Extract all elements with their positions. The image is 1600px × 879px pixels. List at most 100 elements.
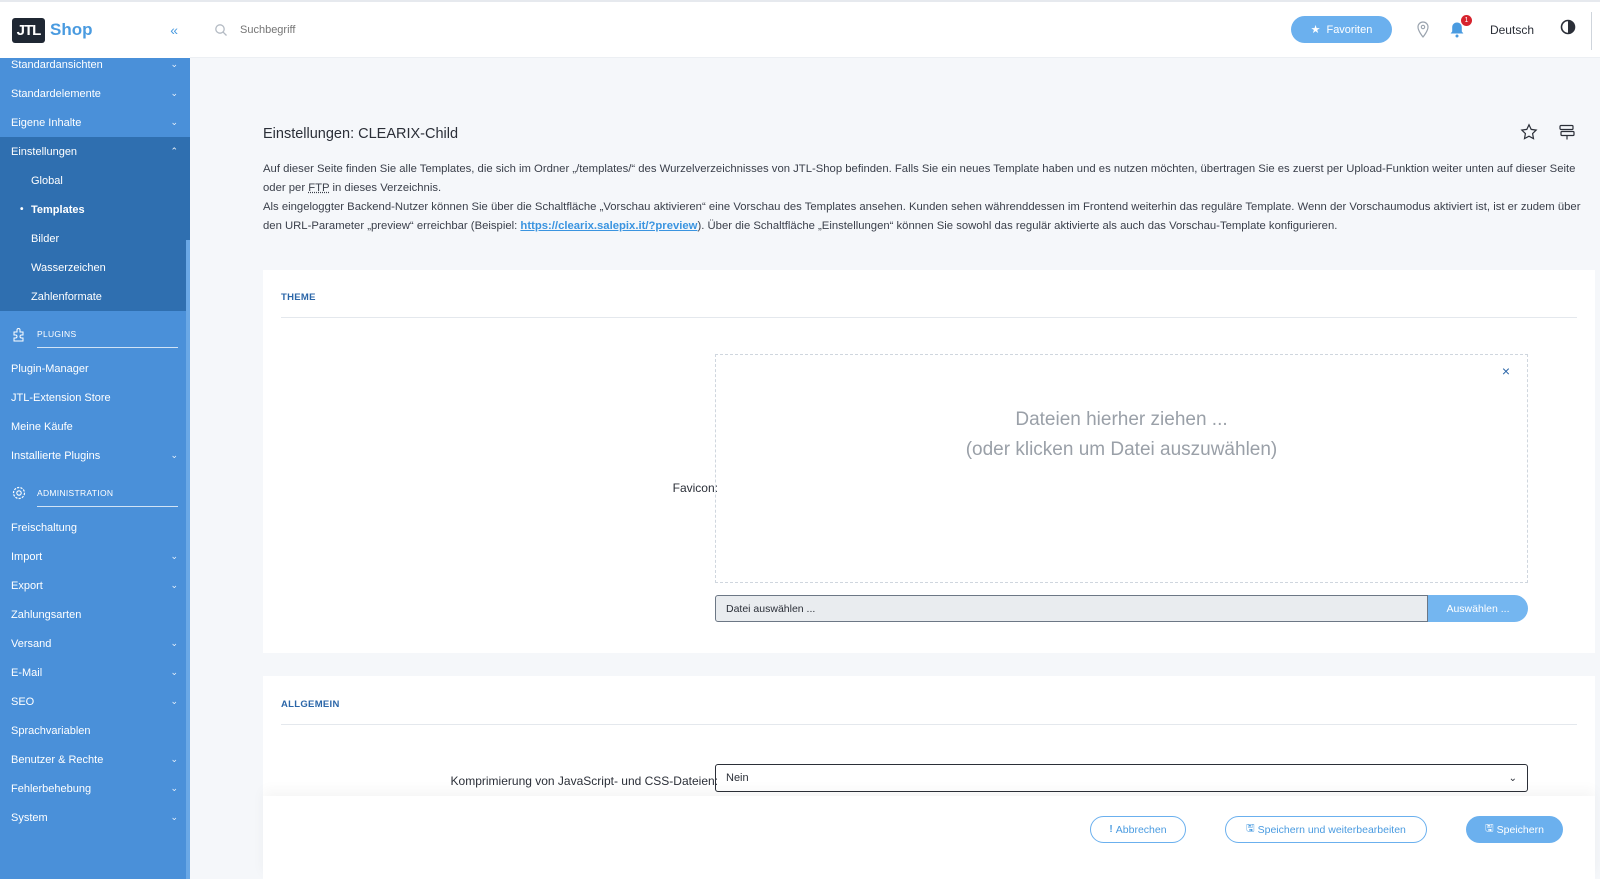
favorites-button[interactable]: ★ Favoriten (1290, 16, 1392, 43)
sidebar-item-label: Standardelemente (11, 87, 101, 100)
sidebar-item-seo[interactable]: SEO ⌄ (0, 687, 190, 716)
cancel-label: Abbrechen (1115, 823, 1167, 836)
sidebar-item-label: Einstellungen (11, 145, 78, 158)
favorite-star-icon[interactable] (1520, 123, 1538, 146)
save-and-continue-button[interactable]: 🖫 Speichern und weiterbearbeiten (1225, 816, 1427, 843)
ftp-abbr: FTP (308, 182, 330, 194)
sidebar-item-label: Plugin-Manager (11, 362, 89, 375)
admin-nav-group: Freischaltung Import ⌄ Export ⌄ Zahlungsarten… (0, 513, 190, 832)
bell-icon[interactable]: 1 (1448, 14, 1472, 39)
plugins-nav-group: Plugin-Manager JTL-Extension Store Meine K… (0, 354, 190, 470)
cancel-button[interactable]: ! Abbrechen (1090, 816, 1186, 843)
sidebar-item-benutzer-rechte[interactable]: Benutzer & Rechte ⌄ (0, 745, 190, 774)
save-continue-label: Speichern und weiterbearbeiten (1257, 823, 1406, 836)
language-selector[interactable]: Deutsch (1490, 23, 1534, 37)
sidebar-item-label: Standardansichten (11, 58, 103, 71)
file-input[interactable]: Datei auswählen ... (715, 595, 1428, 622)
sidebar-item-sprachvariablen[interactable]: Sprachvariablen (0, 716, 190, 745)
close-icon[interactable]: × (1502, 363, 1510, 379)
sidebar-item-freischaltung[interactable]: Freischaltung (0, 513, 190, 542)
exclamation-icon: ! (1109, 824, 1113, 835)
sidebar-item-zahlungsarten[interactable]: Zahlungsarten (0, 600, 190, 629)
collapse-sidebar-icon[interactable]: « (170, 22, 178, 38)
search-icon (214, 23, 228, 37)
sidebar-item-standardelemente[interactable]: Standardelemente ⌄ (0, 79, 190, 108)
general-card-title: ALLGEMEIN (281, 699, 340, 710)
sidebar-item-label: JTL-Extension Store (11, 391, 111, 404)
sidebar-item-eigene-inhalte[interactable]: Eigene Inhalte ⌄ (0, 108, 190, 137)
sidebar-item-wasserzeichen[interactable]: Wasserzeichen (0, 253, 190, 282)
sidebar-item-installierte-plugins[interactable]: Installierte Plugins ⌄ (0, 441, 190, 470)
chevron-down-icon: ⌄ (170, 812, 178, 822)
save-button[interactable]: 🖫 Speichern (1466, 816, 1563, 843)
sidebar-item-versand[interactable]: Versand ⌄ (0, 629, 190, 658)
sidebar-item-label: Zahlungsarten (11, 608, 82, 621)
sidebar-item-import[interactable]: Import ⌄ (0, 542, 190, 571)
theme-card: THEME Favicon: × Dateien hierher ziehen … (263, 270, 1595, 653)
theme-card-title: THEME (281, 292, 316, 303)
compress-label: Komprimierung von JavaScript- und CSS-Da… (450, 774, 718, 788)
search-input[interactable] (240, 23, 540, 36)
save-label: Speichern (1496, 823, 1544, 836)
chevron-down-icon: ⌄ (170, 754, 178, 764)
dropzone-line-1: Dateien hierher ziehen ... (1015, 409, 1228, 430)
chevron-down-icon: ⌄ (1508, 772, 1517, 784)
sidebar-item-zahlenformate[interactable]: Zahlenformate (0, 282, 190, 311)
gear-icon (11, 485, 27, 501)
sidebar-item-global[interactable]: Global (0, 166, 190, 195)
active-bullet: • (20, 204, 24, 215)
chevron-down-icon: ⌄ (170, 551, 178, 561)
sidebar-item-label: Bilder (31, 232, 60, 245)
notification-badge: 1 (1460, 14, 1472, 26)
sidebar-item-standardansichten[interactable]: Standardansichten ⌄ (0, 50, 190, 79)
sidebar-item-label: Templates (31, 203, 85, 216)
chevron-down-icon: ⌄ (170, 638, 178, 648)
jtl-logo[interactable]: JTL (12, 17, 45, 43)
sidebar-item-fehlerbehebung[interactable]: Fehlerbehebung ⌄ (0, 774, 190, 803)
sidebar-item-label: Sprachvariablen (11, 724, 91, 737)
sidebar-item-label: Meine Käufe (11, 420, 73, 433)
sidebar-item-jtl-extension-store[interactable]: JTL-Extension Store (0, 383, 190, 412)
chevron-down-icon: ⌄ (170, 667, 178, 677)
dropzone-text: Dateien hierher ziehen ... (oder klicken… (716, 405, 1527, 465)
sidebar-item-label: Fehlerbehebung (11, 782, 92, 795)
favicon-dropzone[interactable]: × Dateien hierher ziehen ... (oder klick… (715, 354, 1528, 583)
nav-top-group: Standardansichten ⌄ Standardelemente ⌄ Eigen… (0, 50, 190, 166)
sidebar-item-label: Installierte Plugins (11, 449, 101, 462)
file-upload-row: Datei auswählen ... Auswählen ... (715, 595, 1528, 622)
sidebar-item-label: Zahlenformate (31, 290, 102, 303)
sidebar-item-label: Benutzer & Rechte (11, 753, 104, 766)
sidebar-item-label: Eigene Inhalte (11, 116, 82, 129)
sidebar-item-label: Versand (11, 637, 52, 650)
sidebar-item-meine-käufe[interactable]: Meine Käufe (0, 412, 190, 441)
page-title: Einstellungen: CLEARIX-Child (263, 126, 459, 142)
sidebar-item-plugin-manager[interactable]: Plugin-Manager (0, 354, 190, 383)
sidebar-item-label: Global (31, 174, 63, 187)
contrast-toggle-icon[interactable] (1560, 19, 1576, 40)
preview-link[interactable]: https://clearix.salepix.it/?preview (520, 220, 697, 232)
chevron-down-icon: ⌄ (170, 88, 178, 98)
main-content: Einstellungen: CLEARIX-Child Auf dieser … (190, 59, 1600, 879)
sidebar-item-e-mail[interactable]: E-Mail ⌄ (0, 658, 190, 687)
browse-button[interactable]: Auswählen ... (1428, 595, 1528, 622)
location-pin-icon[interactable] (1414, 20, 1432, 39)
divider (281, 317, 1577, 318)
sidebar-item-bilder[interactable]: Bilder (0, 224, 190, 253)
sidebar-item-einstellungen[interactable]: Einstellungen ⌃ (0, 137, 190, 166)
action-bar: ! Abbrechen 🖫 Speichern und weiterbearbe… (263, 796, 1595, 879)
chevron-down-icon: ⌄ (170, 117, 178, 127)
sidebar-item-templates[interactable]: • Templates (0, 195, 190, 224)
title-actions (1520, 123, 1576, 146)
compress-select-value: Nein (726, 772, 749, 784)
sidebar-item-system[interactable]: System ⌄ (0, 803, 190, 832)
favorites-label: Favoriten (1326, 23, 1373, 36)
sidebar-item-export[interactable]: Export ⌄ (0, 571, 190, 600)
divider (37, 347, 178, 348)
shop-logo-text[interactable]: Shop (50, 20, 93, 40)
sidebar-item-label: Export (11, 579, 43, 592)
compress-select[interactable]: Nein ⌄ (715, 764, 1528, 792)
admin-section-label: ADMINISTRATION (37, 488, 114, 498)
signpost-icon[interactable] (1558, 123, 1576, 146)
divider (37, 506, 178, 507)
save-icon: 🖫 (1246, 823, 1255, 834)
